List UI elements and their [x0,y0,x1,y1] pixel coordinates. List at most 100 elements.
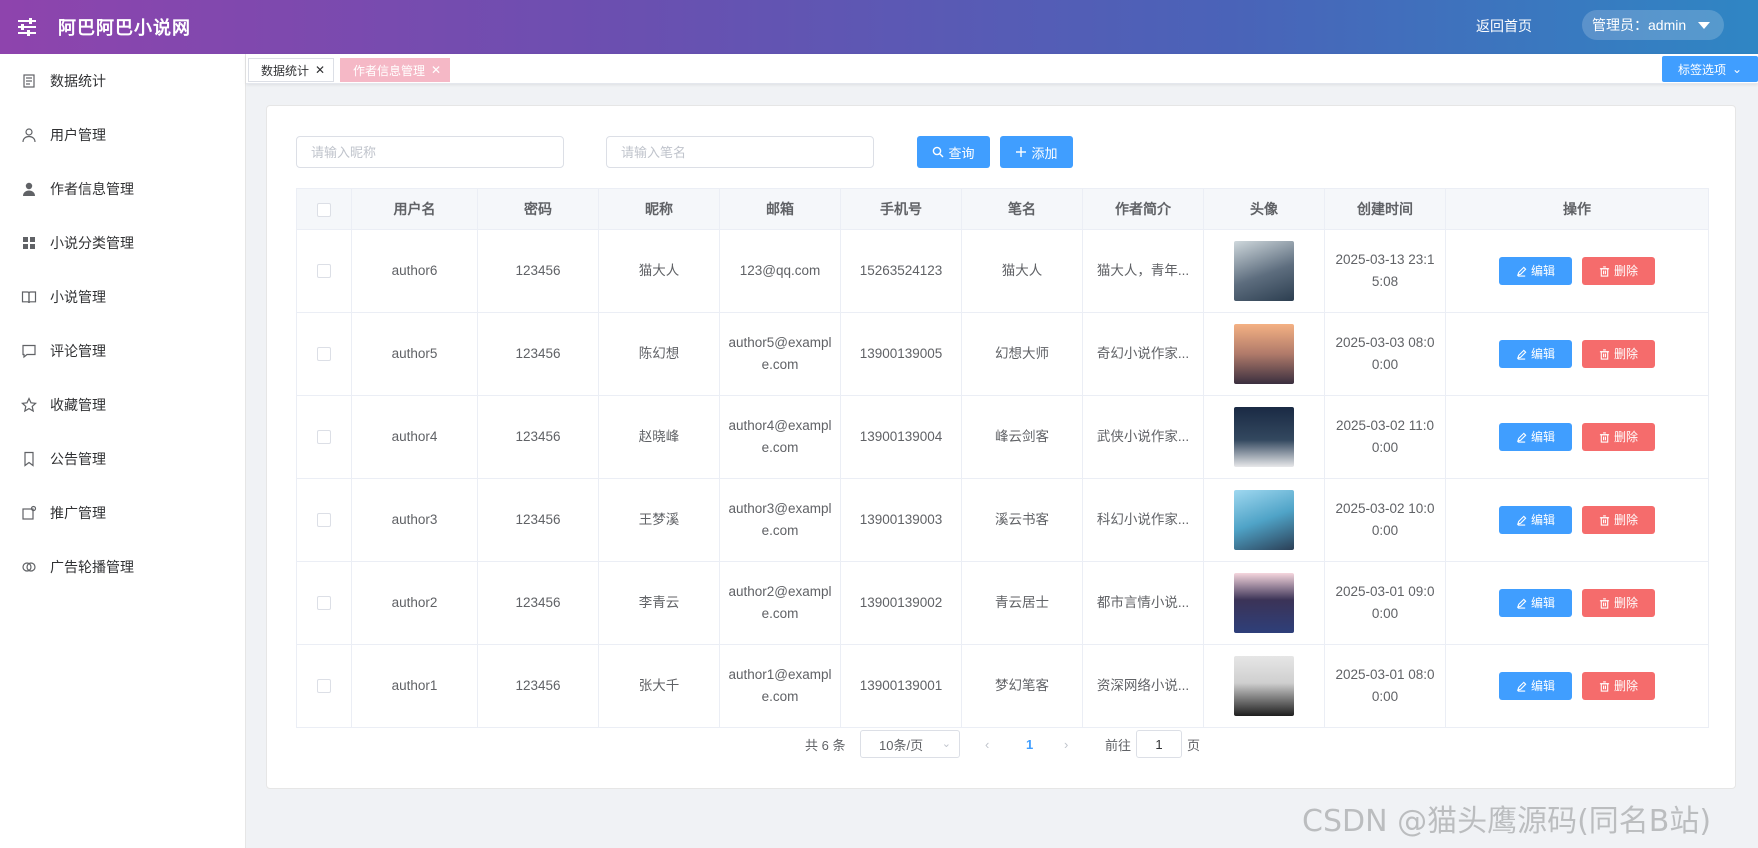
delete-button[interactable]: 删除 [1582,257,1655,285]
sidebar-item-label: 收藏管理 [50,397,106,413]
table-row: author1 123456 张大千 author1@example.com 13900… [296,644,1709,728]
row-checkbox[interactable] [317,679,331,694]
sliders-icon[interactable] [0,0,54,54]
tab-stats[interactable]: 数据统计 ✕ [248,58,335,82]
sidebar-item-stats[interactable]: 数据统计 [0,54,245,108]
row-checkbox[interactable] [317,513,331,528]
delete-button[interactable]: 删除 [1582,506,1655,534]
cell-created: 2025-03-02 10:00:00 [1324,478,1446,562]
admin-label: 管理员：admin [1592,17,1687,33]
row-select-cell[interactable] [296,478,352,562]
penname-search-input[interactable] [606,136,874,168]
sidebar-item-label: 小说管理 [50,289,106,305]
table-header-row: 用户名 密码 昵称 邮箱 手机号 笔名 作者简介 头像 创建时间 操作 [296,188,1709,230]
brand-title: 阿巴阿巴小说网 [58,18,191,38]
column-header: 作者简介 [1082,188,1204,230]
cell-email: author1@example.com [719,644,841,728]
sidebar-item-notices[interactable]: 公告管理 [0,432,245,486]
admin-dropdown[interactable]: 管理员：admin [1582,10,1724,40]
add-label: 添加 [1031,145,1058,161]
cell-actions: 编辑 删除 [1445,561,1709,645]
cell-avatar [1203,644,1325,728]
cell-email: author3@example.com [719,478,841,562]
avatar-image[interactable] [1234,407,1294,467]
sidebar-item-categories[interactable]: 小说分类管理 [0,216,245,270]
avatar-image[interactable] [1234,490,1294,550]
row-select-cell[interactable] [296,561,352,645]
cell-email: author4@example.com [719,395,841,479]
select-all-checkbox[interactable] [317,203,331,218]
edit-button[interactable]: 编辑 [1499,589,1572,617]
query-button[interactable]: 查询 [917,136,990,168]
edit-button[interactable]: 编辑 [1499,672,1572,700]
cell-phone: 13900139002 [840,561,962,645]
tag-options-label: 标签选项 [1677,62,1726,77]
sidebar-item-novels[interactable]: 小说管理 [0,270,245,324]
tag-options-button[interactable]: 标签选项 ⌄ [1662,56,1758,82]
tab-authors[interactable]: 作者信息管理 ✕ [340,58,451,82]
edit-button[interactable]: 编辑 [1499,423,1572,451]
sidebar-item-promotion[interactable]: 推广管理 [0,486,245,540]
close-icon[interactable]: ✕ [431,63,441,77]
row-checkbox[interactable] [317,596,331,611]
cell-created: 2025-03-03 08:00:00 [1324,312,1446,396]
trash-icon [1599,514,1610,526]
page-jump-input[interactable] [1136,730,1182,758]
sidebar-item-carousel[interactable]: 广告轮播管理 [0,540,245,594]
delete-button[interactable]: 删除 [1582,589,1655,617]
delete-label: 删除 [1613,430,1638,444]
page-size-select[interactable]: 10条/页 ⌄ [860,730,960,758]
avatar-image[interactable] [1234,324,1294,384]
row-select-cell[interactable] [296,644,352,728]
add-button[interactable]: 添加 [1000,136,1073,168]
delete-button[interactable]: 删除 [1582,423,1655,451]
cell-intro: 资深网络小说... [1082,644,1204,728]
sidebar-item-authors[interactable]: 作者信息管理 [0,162,245,216]
home-link[interactable]: 返回首页 [1476,16,1532,36]
sidebar-item-comments[interactable]: 评论管理 [0,324,245,378]
row-checkbox[interactable] [317,264,331,279]
author-management-panel: 查询 添加 用户名 密码 昵称 邮箱 手机号 笔名 作者简介 头像 创建时间 操… [266,105,1736,789]
search-icon [933,146,944,158]
edit-button[interactable]: 编辑 [1499,340,1572,368]
row-select-cell[interactable] [296,229,352,313]
edit-button[interactable]: 编辑 [1499,506,1572,534]
bookmark-icon [20,450,38,468]
promo-icon [20,504,38,522]
cell-nickname: 李青云 [598,561,720,645]
sidebar-item-label: 用户管理 [50,127,106,143]
avatar-image[interactable] [1234,241,1294,301]
nickname-search-input[interactable] [296,136,564,168]
table-row: author3 123456 王梦溪 author3@example.com 13900… [296,478,1709,562]
row-select-cell[interactable] [296,312,352,396]
edit-label: 编辑 [1530,679,1555,693]
cell-avatar [1203,561,1325,645]
avatar-image[interactable] [1234,656,1294,716]
avatar-image[interactable] [1234,573,1294,633]
cell-email: author2@example.com [719,561,841,645]
cell-penname: 青云居士 [961,561,1083,645]
delete-button[interactable]: 删除 [1582,672,1655,700]
cell-phone: 13900139003 [840,478,962,562]
close-icon[interactable]: ✕ [315,63,325,77]
next-page-icon[interactable]: › [1064,730,1068,758]
cell-password: 123456 [477,229,599,313]
row-checkbox[interactable] [317,430,331,445]
cell-penname: 梦幻笔客 [961,644,1083,728]
page-number-current[interactable]: 1 [1026,730,1033,758]
sidebar: 数据统计 用户管理 作者信息管理 小说分类管理 小说管理 评论管理 收藏管理 公… [0,54,246,848]
edit-button[interactable]: 编辑 [1499,257,1572,285]
cell-actions: 编辑 删除 [1445,312,1709,396]
delete-button[interactable]: 删除 [1582,340,1655,368]
row-checkbox[interactable] [317,347,331,362]
prev-page-icon[interactable]: ‹ [985,730,989,758]
sidebar-item-favorites[interactable]: 收藏管理 [0,378,245,432]
select-all-cell[interactable] [296,188,352,230]
row-select-cell[interactable] [296,395,352,479]
cell-phone: 13900139005 [840,312,962,396]
sidebar-item-users[interactable]: 用户管理 [0,108,245,162]
cell-actions: 编辑 删除 [1445,478,1709,562]
trash-icon [1599,265,1610,277]
column-header: 操作 [1445,188,1709,230]
delete-label: 删除 [1613,513,1638,527]
